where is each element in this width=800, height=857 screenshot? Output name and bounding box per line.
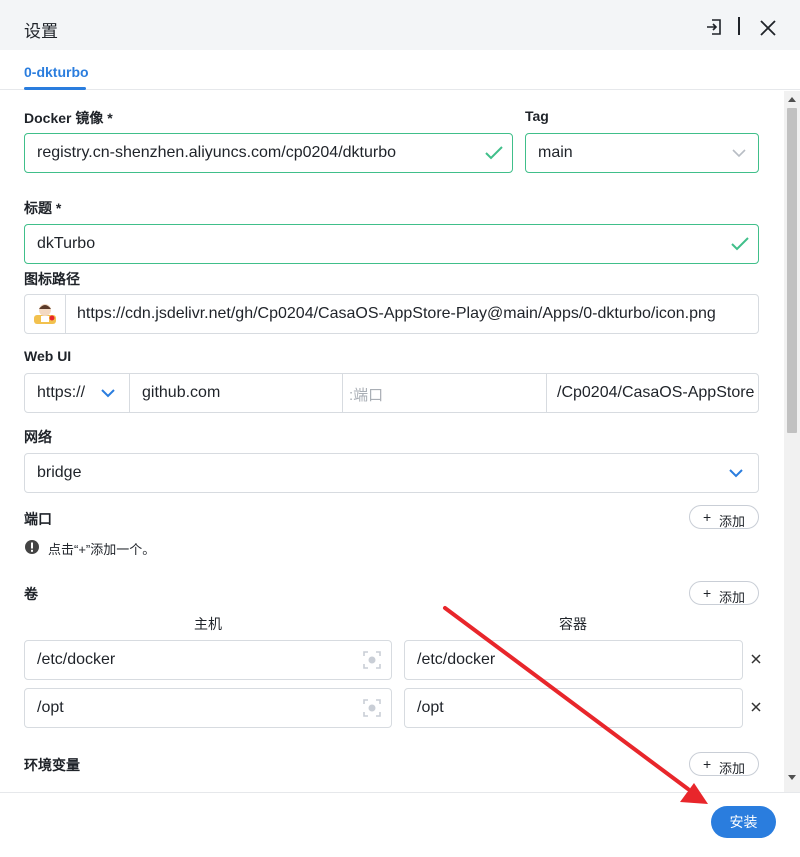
add-env-button[interactable]: + 添加 — [689, 752, 759, 776]
dialog-title: 设置 — [24, 22, 58, 41]
info-icon — [25, 540, 39, 554]
remove-volume-icon[interactable] — [750, 653, 762, 665]
webui-path-input[interactable]: /Cp0204/CasaOS-AppStore — [547, 374, 758, 412]
docker-image-label: Docker 镜像 * — [24, 110, 113, 126]
close-icon[interactable] — [759, 19, 777, 37]
volumes-label: 卷 — [24, 586, 38, 602]
env-label: 环境变量 — [24, 757, 80, 773]
chevron-down-icon — [101, 389, 115, 398]
webui-host-value: github.com — [142, 384, 221, 401]
webui-scheme-value: https:// — [37, 384, 86, 401]
add-port-button[interactable]: + 添加 — [689, 505, 759, 529]
active-tab-indicator — [24, 87, 86, 90]
exit-icon[interactable] — [705, 18, 723, 36]
tab-bar: 0-dkturbo — [0, 50, 800, 90]
title-label: 标题 * — [24, 200, 62, 216]
volume-container-input[interactable]: /etc/docker — [404, 640, 743, 680]
webui-group: https:// github.com :端口 /Cp0204/CasaOS-A… — [24, 373, 759, 413]
volume-container-input[interactable]: /opt — [404, 688, 743, 728]
add-volume-label: 添加 — [719, 590, 746, 605]
plus-icon: + — [703, 756, 712, 772]
network-select[interactable]: bridge — [24, 453, 759, 493]
volume-host-input[interactable]: /etc/docker — [24, 640, 392, 680]
volume-container-value: /etc/docker — [417, 651, 496, 668]
volume-host-value: /opt — [37, 699, 64, 716]
volume-host-input[interactable]: /opt — [24, 688, 392, 728]
add-env-label: 添加 — [719, 761, 746, 776]
network-value: bridge — [37, 464, 82, 481]
dialog-footer — [0, 792, 800, 857]
add-port-label: 添加 — [719, 514, 746, 529]
header-divider — [738, 17, 740, 35]
webui-path-value: /Cp0204/CasaOS-AppStore — [557, 384, 755, 401]
title-input[interactable]: dkTurbo — [24, 224, 759, 264]
volume-host-header: 主机 — [194, 616, 222, 632]
add-volume-button[interactable]: + 添加 — [689, 581, 759, 605]
webui-host-input[interactable]: github.com — [130, 374, 343, 412]
scroll-down-arrow-icon[interactable] — [788, 775, 796, 780]
app-icon — [34, 304, 56, 324]
webui-scheme-select[interactable]: https:// — [25, 374, 130, 412]
docker-image-value: registry.cn-shenzhen.aliyuncs.com/cp0204… — [37, 144, 396, 161]
docker-image-input[interactable]: registry.cn-shenzhen.aliyuncs.com/cp0204… — [24, 133, 513, 173]
title-value: dkTurbo — [37, 235, 96, 252]
webui-port-input[interactable]: :端口 — [343, 374, 547, 412]
settings-form: Docker 镜像 * registry.cn-shenzhen.aliyunc… — [0, 91, 784, 792]
scrollbar-thumb[interactable] — [787, 108, 797, 433]
plus-icon: + — [703, 585, 712, 601]
network-label: 网络 — [24, 429, 52, 445]
scrollbar[interactable] — [784, 91, 800, 792]
ports-label: 端口 — [24, 511, 52, 527]
install-button[interactable]: 安装 — [711, 806, 776, 838]
volume-container-header: 容器 — [559, 616, 587, 632]
remove-volume-icon[interactable] — [750, 701, 762, 713]
chevron-down-icon — [732, 149, 746, 158]
app-icon-preview — [25, 295, 66, 333]
volume-container-value: /opt — [417, 699, 444, 716]
icon-path-value: https://cdn.jsdelivr.net/gh/Cp0204/CasaO… — [77, 305, 716, 322]
chevron-down-icon — [729, 469, 743, 478]
webui-port-placeholder: :端口 — [349, 387, 384, 404]
folder-picker-icon[interactable] — [362, 698, 382, 718]
plus-icon: + — [703, 509, 712, 525]
tag-value: main — [538, 144, 573, 161]
webui-label: Web UI — [24, 348, 72, 364]
folder-picker-icon[interactable] — [362, 650, 382, 670]
dialog-header: 设置 — [0, 0, 800, 50]
check-icon — [731, 237, 749, 251]
volume-host-value: /etc/docker — [37, 651, 116, 668]
tag-select[interactable]: main — [525, 133, 759, 173]
icon-path-input[interactable]: https://cdn.jsdelivr.net/gh/Cp0204/CasaO… — [24, 294, 759, 334]
icon-path-label: 图标路径 — [24, 271, 80, 287]
ports-hint: 点击“+”添加一个。 — [48, 542, 156, 557]
tab-0-dkturbo[interactable]: 0-dkturbo — [24, 64, 89, 80]
check-icon — [485, 146, 503, 160]
tag-label: Tag — [525, 108, 549, 124]
scroll-up-arrow-icon[interactable] — [788, 97, 796, 102]
